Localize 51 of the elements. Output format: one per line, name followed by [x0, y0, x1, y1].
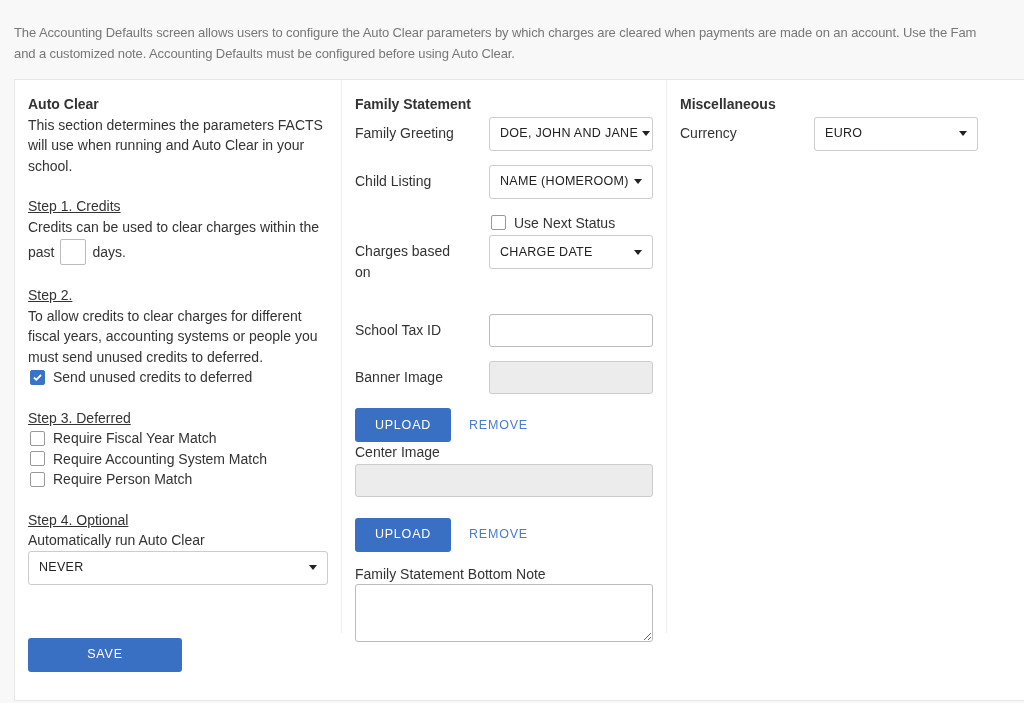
checkbox[interactable]	[30, 451, 45, 467]
caret-icon	[309, 565, 317, 570]
step-heading: Step 1. Credits	[28, 197, 121, 216]
text-field[interactable]	[489, 314, 653, 347]
checkbox[interactable]	[30, 471, 45, 487]
field-label: Currency	[680, 123, 738, 143]
remove-button[interactable]: REMOVE	[463, 413, 534, 437]
field-label: Center Image	[355, 443, 441, 462]
dropdown[interactable]: NAME (HOMEROOM)	[489, 164, 653, 199]
field-label: Family Statement Bottom Note	[355, 564, 547, 584]
caret-icon	[959, 131, 967, 136]
field-label: Family Greeting	[355, 123, 455, 143]
field-label: Charges based on	[355, 242, 451, 282]
caret-icon	[634, 249, 642, 255]
checkbox-label: Require Fiscal Year Match	[53, 429, 217, 448]
section-title: Miscellaneous	[680, 95, 777, 114]
upload-button[interactable]: UPLOAD	[355, 408, 451, 442]
field-label: School Tax ID	[355, 321, 443, 341]
section-title: Family Statement	[355, 95, 472, 114]
intro-text: and a customized note. Accounting Defaults must be configured before using Auto Clear.	[14, 45, 516, 63]
dropdown[interactable]: DOE, JOHN AND JANE	[489, 116, 653, 151]
intro-text: The Accounting Defaults screen allows users to configure the Auto Clear parameters by which charges are cleared when payments are made on an account. Use the Fam	[14, 24, 978, 42]
dropdown[interactable]: CHARGE DATE	[489, 235, 653, 269]
field-label: Banner Image	[355, 368, 444, 388]
checkbox[interactable]	[30, 430, 45, 446]
checkbox[interactable]	[491, 215, 506, 231]
description-text: days.	[92, 242, 126, 262]
save-button[interactable]: SAVE	[28, 637, 182, 672]
checkbox-label: Require Person Match	[53, 470, 193, 489]
checkbox-label: Use Next Status	[514, 213, 616, 233]
description-text: Credits can be used to clear charges within the	[28, 217, 321, 237]
description-text: This section determines the parameters FACTS will use when running and Auto Clear in your school.	[28, 115, 324, 176]
step-heading: Step 3. Deferred	[28, 408, 131, 428]
description-text: To allow credits to clear charges for different fiscal years, accounting systems or people you must send unused credits to deferred.	[28, 306, 319, 367]
caret-icon	[642, 131, 651, 136]
days-field[interactable]	[60, 239, 87, 265]
upload-button[interactable]: UPLOAD	[355, 517, 451, 552]
checkbox-label: Send unused credits to deferred	[53, 368, 253, 387]
field-label: Child Listing	[355, 171, 433, 191]
step-heading: Step 2.	[28, 286, 73, 305]
remove-button[interactable]: REMOVE	[463, 523, 534, 546]
field-label: Automatically run Auto Clear	[28, 531, 206, 550]
section-title: Auto Clear	[28, 95, 100, 114]
dropdown[interactable]: EURO	[814, 116, 978, 151]
checkbox[interactable]	[30, 369, 45, 385]
dropdown[interactable]: NEVER	[28, 550, 328, 585]
step-heading: Step 4. Optional	[28, 510, 129, 530]
note-field[interactable]	[355, 584, 653, 642]
description-text: past	[28, 242, 55, 262]
checkbox-label: Require Accounting System Match	[53, 449, 267, 469]
caret-icon	[634, 179, 642, 184]
